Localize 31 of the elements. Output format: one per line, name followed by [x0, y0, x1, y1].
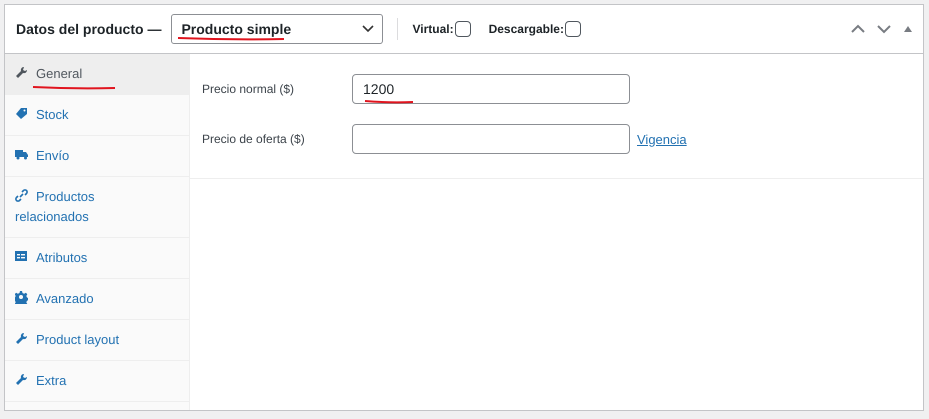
chevron-up-icon	[851, 24, 865, 34]
link-icon	[15, 189, 28, 202]
list-icon	[15, 250, 28, 263]
sidebar-tab[interactable]: Atributos	[5, 238, 189, 279]
field-label: Precio normal ($)	[202, 82, 296, 96]
chevron-down-icon	[877, 24, 891, 34]
sidebar-tab[interactable]: Extra	[5, 361, 189, 402]
tag-icon	[15, 107, 28, 120]
sidebar-tab[interactable]: Product layout	[5, 320, 189, 361]
product-type-select[interactable]: Producto simple	[171, 14, 384, 44]
gear-icon	[15, 291, 28, 304]
sidebar-tab[interactable]: Envío	[5, 136, 189, 177]
chevron-down-icon	[362, 25, 374, 33]
sidebar-tab[interactable]: General	[5, 54, 189, 95]
panel-title: Datos del producto —	[16, 21, 162, 37]
option-label: Descargable:	[488, 22, 564, 36]
wrench-icon	[15, 373, 28, 386]
triangle-up-icon	[903, 25, 913, 33]
wrench-icon	[15, 332, 28, 345]
checkbox[interactable]	[454, 21, 471, 37]
wrench-icon	[15, 66, 28, 79]
input-field[interactable]: 1200	[352, 74, 630, 104]
option-label: Virtual:	[412, 22, 454, 36]
sidebar-tab[interactable]: Stock	[5, 95, 189, 136]
sidebar-tab[interactable]: Avanzado	[5, 279, 189, 320]
input-field[interactable]	[352, 124, 630, 154]
link[interactable]: Vigencia	[637, 132, 687, 146]
truck-icon	[15, 148, 28, 161]
sidebar-tab[interactable]: Productos relacionados	[5, 177, 189, 238]
checkbox[interactable]	[564, 21, 581, 37]
field-label: Precio de oferta ($)	[202, 132, 306, 146]
